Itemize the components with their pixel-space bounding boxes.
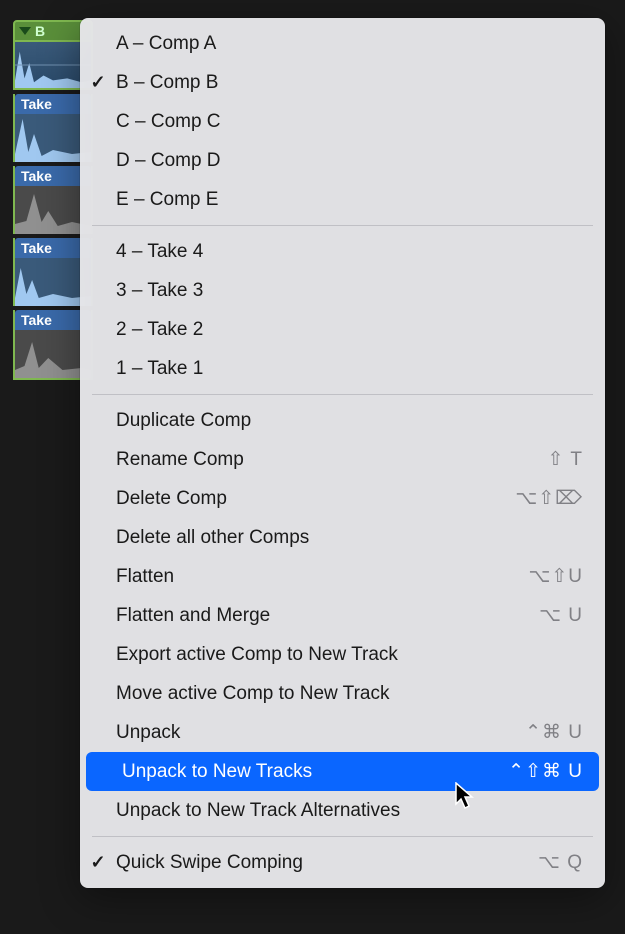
menu-item-label: Unpack to New Tracks	[122, 761, 508, 783]
menu-item[interactable]: Flatten⌥⇧U	[80, 557, 605, 596]
menu-item[interactable]: Move active Comp to New Track	[80, 674, 605, 713]
menu-item[interactable]: Unpack⌃⌘ U	[80, 713, 605, 752]
disclosure-triangle-icon[interactable]	[19, 27, 31, 35]
menu-item[interactable]: Flatten and Merge⌥ U	[80, 596, 605, 635]
menu-item-label: 3 – Take 3	[116, 280, 583, 302]
menu-item-label: D – Comp D	[116, 150, 583, 172]
menu-item[interactable]: C – Comp C	[80, 102, 605, 141]
menu-item-label: 2 – Take 2	[116, 319, 583, 341]
menu-item[interactable]: 3 – Take 3	[80, 271, 605, 310]
menu-shortcut: ⌃⇧⌘ U	[508, 760, 583, 783]
menu-separator	[92, 394, 593, 395]
menu-item-label: A – Comp A	[116, 33, 583, 55]
menu-item-label: 1 – Take 1	[116, 358, 583, 380]
menu-separator	[92, 836, 593, 837]
menu-item-label: Flatten	[116, 566, 528, 588]
checkmark-icon: ✓	[80, 852, 116, 873]
menu-item-label: Quick Swipe Comping	[116, 852, 538, 874]
menu-item-label: C – Comp C	[116, 111, 583, 133]
menu-shortcut: ⌃⌘ U	[525, 721, 583, 744]
take-folder-menu: A – Comp A✓B – Comp BC – Comp CD – Comp …	[80, 18, 605, 888]
menu-item-label: Delete Comp	[116, 488, 515, 510]
menu-item[interactable]: Unpack to New Tracks⌃⇧⌘ U	[86, 752, 599, 791]
menu-item-label: Unpack to New Track Alternatives	[116, 800, 583, 822]
menu-item-label: Delete all other Comps	[116, 527, 583, 549]
menu-item[interactable]: ✓Quick Swipe Comping⌥ Q	[80, 843, 605, 882]
menu-shortcut: ⌥⇧⌦	[515, 487, 583, 510]
menu-item-label: Unpack	[116, 722, 525, 744]
menu-item[interactable]: 1 – Take 1	[80, 349, 605, 388]
menu-item[interactable]: A – Comp A	[80, 24, 605, 63]
menu-item[interactable]: Delete all other Comps	[80, 518, 605, 557]
menu-shortcut: ⌥ Q	[538, 851, 583, 874]
menu-item[interactable]: Delete Comp⌥⇧⌦	[80, 479, 605, 518]
menu-item[interactable]: Export active Comp to New Track	[80, 635, 605, 674]
menu-item-label: Flatten and Merge	[116, 605, 539, 627]
menu-item-label: B – Comp B	[116, 72, 583, 94]
menu-item[interactable]: Duplicate Comp	[80, 401, 605, 440]
menu-shortcut: ⌥⇧U	[528, 565, 583, 588]
checkmark-icon: ✓	[80, 72, 116, 93]
menu-item-label: Rename Comp	[116, 449, 548, 471]
menu-item[interactable]: Unpack to New Track Alternatives	[80, 791, 605, 830]
menu-item[interactable]: Rename Comp⇧ T	[80, 440, 605, 479]
folder-label: B	[35, 23, 45, 39]
menu-item-label: 4 – Take 4	[116, 241, 583, 263]
menu-item[interactable]: ✓B – Comp B	[80, 63, 605, 102]
menu-item-label: Export active Comp to New Track	[116, 644, 583, 666]
menu-item-label: Duplicate Comp	[116, 410, 583, 432]
menu-shortcut: ⌥ U	[539, 604, 583, 627]
menu-item-label: Move active Comp to New Track	[116, 683, 583, 705]
menu-item-label: E – Comp E	[116, 189, 583, 211]
menu-item[interactable]: D – Comp D	[80, 141, 605, 180]
menu-shortcut: ⇧ T	[548, 448, 583, 471]
menu-item[interactable]: 2 – Take 2	[80, 310, 605, 349]
menu-item[interactable]: 4 – Take 4	[80, 232, 605, 271]
menu-item[interactable]: E – Comp E	[80, 180, 605, 219]
menu-separator	[92, 225, 593, 226]
